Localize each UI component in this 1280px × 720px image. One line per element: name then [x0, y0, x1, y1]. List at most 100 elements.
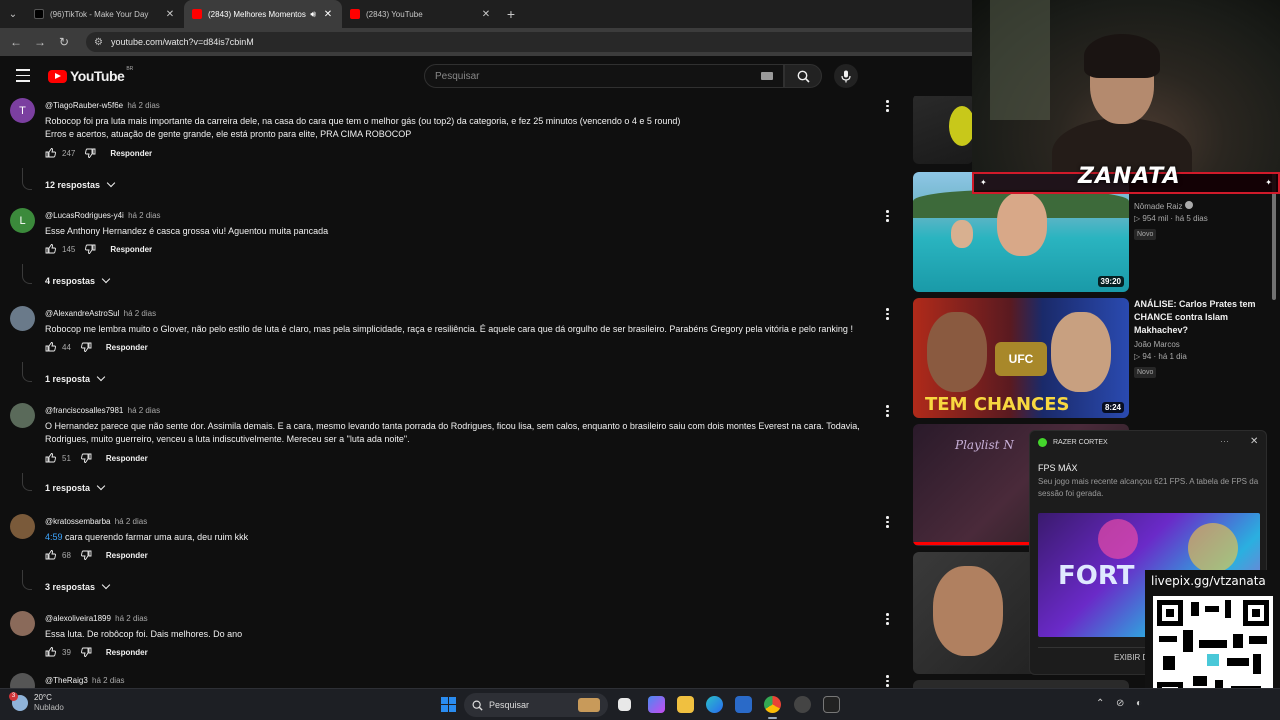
- more-actions-icon[interactable]: [886, 210, 890, 224]
- close-tab-icon[interactable]: ✕: [322, 9, 334, 20]
- dislike-icon[interactable]: [85, 148, 96, 158]
- url-field[interactable]: ⚙︎ youtube.com/watch?v=d84is7cbinM: [86, 32, 986, 52]
- comment-time[interactable]: há 2 dias: [128, 406, 160, 415]
- like-icon[interactable]: [45, 342, 56, 352]
- weather-widget[interactable]: 3 20°C Nublado: [9, 692, 64, 713]
- comment-author[interactable]: @franciscosalles7981: [45, 406, 123, 415]
- task-view-icon[interactable]: [618, 698, 631, 711]
- edge-icon[interactable]: [706, 696, 723, 713]
- avatar[interactable]: [10, 403, 35, 428]
- replies-toggle[interactable]: 4 respostas: [45, 274, 111, 286]
- comment-author[interactable]: @alexoliveira1899: [45, 614, 111, 623]
- comment-time[interactable]: há 2 dias: [92, 676, 124, 685]
- more-actions-icon[interactable]: [886, 613, 890, 627]
- like-icon[interactable]: [45, 550, 56, 560]
- tray-app-icon[interactable]: ⊘: [1116, 698, 1124, 709]
- tab-youtube[interactable]: (2843) YouTube ✕: [342, 0, 500, 28]
- close-icon[interactable]: ✕: [1250, 436, 1258, 447]
- more-actions-icon[interactable]: [886, 675, 890, 688]
- dislike-icon[interactable]: [80, 647, 92, 657]
- more-actions-icon[interactable]: [886, 308, 890, 322]
- reply-button[interactable]: Responder: [106, 648, 148, 657]
- like-icon[interactable]: [45, 148, 56, 158]
- replies-toggle[interactable]: 1 resposta: [45, 372, 106, 384]
- taskbar-search[interactable]: Pesquisar: [464, 693, 608, 717]
- comment-header: @TiagoRauber-w5f6e há 2 dias: [45, 101, 160, 110]
- site-info-icon[interactable]: ⚙︎: [94, 37, 103, 48]
- reply-button[interactable]: Responder: [106, 343, 148, 352]
- notification-header: RAZER CORTEX: [1038, 438, 1108, 447]
- video-title[interactable]: ANÁLISE: Carlos Prates tem CHANCE contra…: [1134, 298, 1274, 337]
- store-icon[interactable]: [735, 696, 752, 713]
- video-thumbnail[interactable]: [913, 96, 973, 164]
- reply-button[interactable]: Responder: [110, 149, 152, 158]
- like-icon[interactable]: [45, 647, 56, 657]
- back-button[interactable]: ←: [4, 35, 28, 49]
- speaker-icon[interactable]: 🔊︎: [310, 9, 316, 20]
- avatar[interactable]: [10, 306, 35, 331]
- avatar[interactable]: [10, 673, 35, 688]
- video-thumbnail[interactable]: [913, 680, 1129, 688]
- comment-time[interactable]: há 2 dias: [128, 211, 160, 220]
- close-tab-icon[interactable]: ✕: [480, 9, 492, 20]
- windows-start-icon[interactable]: [441, 697, 456, 712]
- chrome-icon[interactable]: [764, 696, 781, 719]
- replies-toggle[interactable]: 3 respostas: [45, 580, 111, 592]
- channel-name[interactable]: Nômade Raiz: [1134, 201, 1274, 211]
- avatar[interactable]: T: [10, 98, 35, 123]
- replies-toggle[interactable]: 12 respostas: [45, 178, 116, 190]
- channel-name[interactable]: João Marcos: [1134, 340, 1274, 349]
- tab-search-icon[interactable]: ⌄: [0, 0, 26, 28]
- epic-games-icon[interactable]: [823, 696, 840, 713]
- dislike-icon[interactable]: [85, 244, 96, 254]
- replies-toggle[interactable]: 1 resposta: [45, 481, 106, 493]
- search-button[interactable]: [784, 64, 822, 88]
- more-options-icon[interactable]: ···: [1220, 436, 1229, 446]
- obs-icon[interactable]: [794, 696, 811, 713]
- tray-network-icon[interactable]: ◐: [1136, 698, 1142, 709]
- close-tab-icon[interactable]: ✕: [164, 9, 176, 20]
- comment-author[interactable]: @LucasRodrigues-y4i: [45, 211, 124, 220]
- new-tab-button[interactable]: +: [500, 6, 522, 22]
- avatar[interactable]: [10, 514, 35, 539]
- notification-badge: 3: [9, 692, 18, 701]
- comment-author[interactable]: @TiagoRauber-w5f6e: [45, 101, 123, 110]
- comment-author[interactable]: @AlexandreAstroSul: [45, 309, 119, 318]
- search-input[interactable]: Pesquisar: [424, 64, 784, 88]
- like-icon[interactable]: [45, 244, 56, 254]
- dislike-icon[interactable]: [80, 550, 92, 560]
- like-icon[interactable]: [45, 453, 56, 463]
- comment-time[interactable]: há 2 dias: [115, 517, 147, 526]
- more-actions-icon[interactable]: [886, 100, 890, 114]
- reload-button[interactable]: ↻: [52, 35, 76, 49]
- tray-chevron-icon[interactable]: ⌃: [1096, 698, 1104, 709]
- keyboard-icon[interactable]: [761, 72, 773, 80]
- dislike-icon[interactable]: [80, 453, 92, 463]
- reply-button[interactable]: Responder: [110, 245, 152, 254]
- more-actions-icon[interactable]: [886, 405, 890, 419]
- file-explorer-icon[interactable]: [677, 696, 694, 713]
- video-thumbnail[interactable]: UFC TEM CHANCES 8:24: [913, 298, 1129, 418]
- copilot-icon[interactable]: [648, 696, 665, 713]
- dislike-icon[interactable]: [80, 342, 92, 352]
- more-actions-icon[interactable]: [886, 516, 890, 530]
- comment-time[interactable]: há 2 dias: [124, 309, 156, 318]
- timestamp-link[interactable]: 4:59: [45, 532, 63, 542]
- avatar[interactable]: L: [10, 208, 35, 233]
- video-info[interactable]: Nômade Raiz ▷ 954 mil · há 5 dias Novo: [1134, 198, 1274, 241]
- tab-melhores-momentos[interactable]: (2843) Melhores Momentos 🔊︎ ✕: [184, 0, 342, 28]
- voice-search-button[interactable]: [834, 64, 858, 88]
- reply-button[interactable]: Responder: [106, 551, 148, 560]
- comment-time[interactable]: há 2 dias: [115, 614, 147, 623]
- comment-actions: 51 Responder: [45, 453, 148, 463]
- forward-button[interactable]: →: [28, 35, 52, 49]
- comment-time[interactable]: há 2 dias: [127, 101, 159, 110]
- comment-author[interactable]: @TheRaig3: [45, 676, 88, 685]
- youtube-logo[interactable]: YouTube BR: [48, 66, 133, 84]
- menu-icon[interactable]: [16, 69, 30, 86]
- avatar[interactable]: [10, 611, 35, 636]
- reply-button[interactable]: Responder: [106, 454, 148, 463]
- video-info[interactable]: ANÁLISE: Carlos Prates tem CHANCE contra…: [1134, 298, 1274, 379]
- tab-tiktok[interactable]: (96)TikTok - Make Your Day ✕: [26, 0, 184, 28]
- comment-author[interactable]: @kratossembarba: [45, 517, 110, 526]
